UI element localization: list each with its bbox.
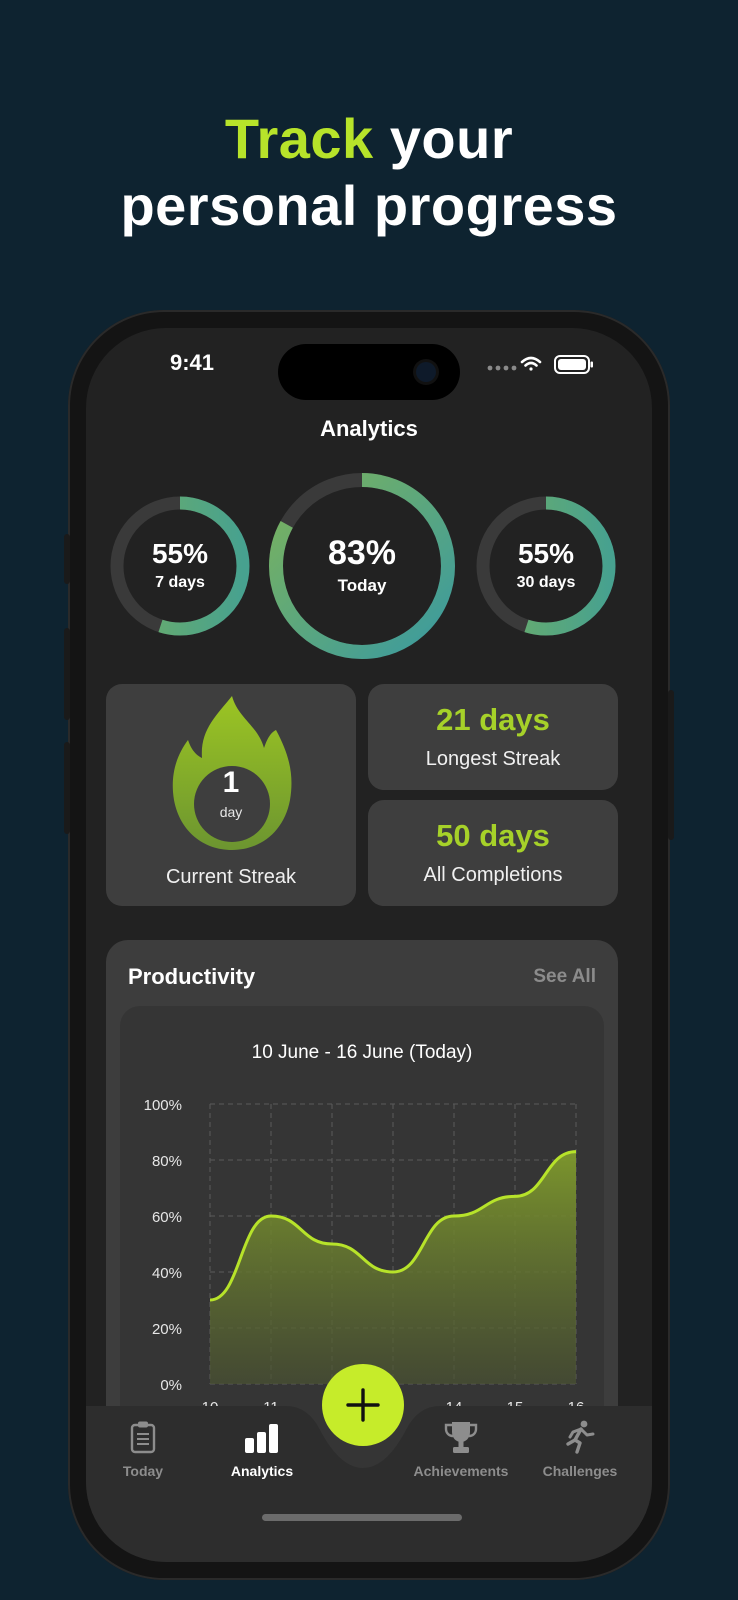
ring-30-days[interactable]: 55% 30 days xyxy=(474,494,618,638)
streak-number: 1 xyxy=(222,766,240,799)
headline-rest: your xyxy=(389,107,514,170)
silent-switch xyxy=(64,534,70,584)
y-tick-label: 100% xyxy=(144,1097,182,1114)
ring-label: 7 days xyxy=(155,574,205,591)
running-icon xyxy=(566,1420,595,1454)
tab-label: Achievements xyxy=(413,1463,509,1479)
camera-icon xyxy=(416,362,436,382)
tab-today[interactable]: Today xyxy=(86,1420,203,1479)
completions-value: 50 days xyxy=(436,818,550,853)
battery-icon xyxy=(554,355,593,374)
power-button xyxy=(668,690,674,840)
volume-up-button xyxy=(64,628,70,720)
ring-value: 55% xyxy=(517,538,575,569)
tab-label: Analytics xyxy=(230,1463,294,1479)
signal-icon xyxy=(487,365,517,371)
y-tick-label: 20% xyxy=(152,1321,182,1338)
y-tick-label: 80% xyxy=(152,1153,182,1170)
clipboard-icon xyxy=(130,1421,156,1454)
status-time: 9:41 xyxy=(170,350,215,375)
tab-label: Challenges xyxy=(542,1463,618,1479)
longest-streak-card[interactable]: 21 days Longest Streak xyxy=(368,684,618,790)
ring-value: 55% xyxy=(151,538,209,569)
y-tick-label: 40% xyxy=(152,1265,182,1282)
current-streak-label: Current Streak xyxy=(165,866,297,888)
add-button[interactable] xyxy=(322,1364,404,1446)
screen-title: Analytics xyxy=(320,416,418,441)
y-tick-label: 60% xyxy=(152,1209,182,1226)
ring-label: Today xyxy=(337,576,387,595)
ring-today[interactable]: 83% Today xyxy=(268,472,456,660)
headline-accent: Track xyxy=(224,107,374,170)
status-icons xyxy=(486,354,596,383)
home-indicator xyxy=(262,1514,462,1521)
ring-value: 83% xyxy=(327,534,397,572)
tab-analytics[interactable]: Analytics xyxy=(202,1420,322,1479)
dynamic-island xyxy=(278,344,460,400)
trophy-icon xyxy=(444,1422,478,1453)
headline: Track your personal progress xyxy=(0,105,738,239)
wifi-icon xyxy=(520,356,542,371)
all-completions-card[interactable]: 50 days All Completions xyxy=(368,800,618,906)
streak-unit: day xyxy=(219,804,243,820)
ring-label: 30 days xyxy=(516,574,576,591)
tab-challenges[interactable]: Challenges xyxy=(520,1420,640,1479)
current-streak-card[interactable]: 1 day Current Streak xyxy=(106,684,356,906)
volume-down-button xyxy=(64,742,70,834)
plus-icon xyxy=(346,1388,380,1422)
see-all-link[interactable]: See All xyxy=(533,966,596,988)
y-tick-label: 0% xyxy=(160,1377,182,1394)
completions-label: All Completions xyxy=(423,864,563,886)
bar-chart-icon xyxy=(245,1424,278,1453)
tab-achievements[interactable]: Achievements xyxy=(401,1420,521,1479)
productivity-title: Productivity xyxy=(128,964,256,989)
longest-streak-value: 21 days xyxy=(436,702,550,737)
headline-line2: personal progress xyxy=(120,174,618,237)
ring-7-days[interactable]: 55% 7 days xyxy=(108,494,252,638)
longest-streak-label: Longest Streak xyxy=(425,748,561,770)
tab-label: Today xyxy=(122,1463,164,1479)
app-screen: 9:41 Analytics 55% 7 days 83% Today 55% … xyxy=(86,328,652,1562)
